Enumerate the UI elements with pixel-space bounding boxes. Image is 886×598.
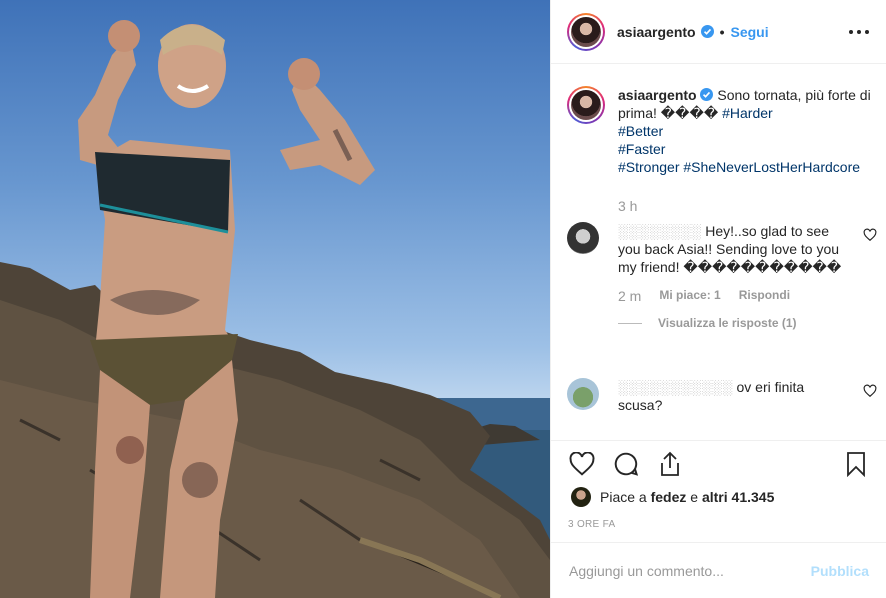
comment-input[interactable] (569, 562, 811, 579)
comment-text: ░░░░░░░░░░░ ov eri finita scusa? (618, 378, 850, 414)
commenter-avatar[interactable] (567, 378, 599, 410)
comment-text: ░░░░░░░░ Hey!..so glad to see you back A… (618, 222, 850, 276)
action-icons (567, 449, 685, 479)
comment-meta: 2 m Mi piace: 1 Rispondi (618, 288, 877, 304)
like-comment-heart-icon[interactable] (863, 384, 877, 398)
likes-prefix: Piace a (600, 489, 647, 505)
instagram-post-view: asiaargento • Segui asiaargento Sono tor… (0, 0, 886, 598)
header-dot: • (719, 23, 725, 40)
caption-username[interactable]: asiaargento (618, 87, 697, 103)
follow-button[interactable]: Segui (731, 24, 769, 40)
view-replies-button[interactable]: Visualizza le risposte (1) (618, 316, 877, 330)
commenter-avatar[interactable] (567, 222, 599, 254)
author-username[interactable]: asiaargento (617, 24, 696, 40)
bookmark-icon[interactable] (841, 449, 871, 479)
comment-time[interactable]: 2 m (618, 288, 641, 304)
hashtag-link[interactable]: #Faster (618, 141, 665, 157)
publish-button[interactable]: Pubblica (811, 563, 869, 579)
reply-button[interactable]: Rispondi (739, 288, 790, 304)
post-timestamp[interactable]: 3 ORE FA (568, 519, 615, 530)
like-heart-icon[interactable] (567, 449, 597, 479)
caption-avatar[interactable] (567, 86, 605, 124)
hashtag-link[interactable]: #SheNeverLostHerHardcore (683, 159, 860, 175)
comment-item: ░░░░░░░░ Hey!..so glad to see you back A… (567, 222, 877, 330)
liker-username[interactable]: fedez (651, 489, 687, 505)
view-replies-label: Visualizza le risposte (1) (658, 316, 797, 330)
caption-text: asiaargento Sono tornata, più forte di p… (618, 86, 877, 176)
author-avatar[interactable] (567, 12, 605, 51)
post-side-panel: asiaargento • Segui asiaargento Sono tor… (550, 0, 886, 598)
add-comment-bar: Pubblica (551, 542, 886, 598)
share-upload-icon[interactable] (655, 449, 685, 479)
comment-bubble-icon[interactable] (611, 449, 641, 479)
likes-summary: Piace a fedez e altri 41.345 (571, 487, 774, 507)
caption-verified-icon (700, 88, 714, 101)
comment-likes-count[interactable]: Mi piace: 1 (659, 288, 720, 304)
more-options-icon[interactable] (849, 24, 869, 40)
post-header: asiaargento • Segui (551, 0, 886, 64)
comment-item: ░░░░░░░░░░░ ov eri finita scusa? (567, 378, 877, 414)
commenter-username[interactable]: ░░░░░░░░░░░ (618, 379, 733, 395)
replies-divider (618, 322, 642, 324)
hashtag-link[interactable]: #Stronger (618, 159, 679, 175)
verified-badge-icon (700, 25, 714, 38)
commenter-username[interactable]: ░░░░░░░░ (618, 223, 701, 239)
post-caption: asiaargento Sono tornata, più forte di p… (567, 86, 877, 176)
post-actions: Piace a fedez e altri 41.345 3 ORE FA (551, 440, 886, 550)
likes-count-button[interactable]: altri 41.345 (702, 489, 774, 505)
likes-joiner: e (690, 489, 699, 505)
liker-avatar[interactable] (571, 487, 591, 507)
comments-list[interactable]: asiaargento Sono tornata, più forte di p… (551, 64, 886, 440)
post-photo[interactable] (0, 0, 550, 598)
like-comment-heart-icon[interactable] (863, 228, 877, 242)
hashtag-link[interactable]: #Better (618, 123, 663, 139)
caption-time[interactable]: 3 h (618, 198, 637, 214)
hashtag-link[interactable]: #Harder (722, 105, 773, 121)
photo-illustration (0, 20, 550, 598)
